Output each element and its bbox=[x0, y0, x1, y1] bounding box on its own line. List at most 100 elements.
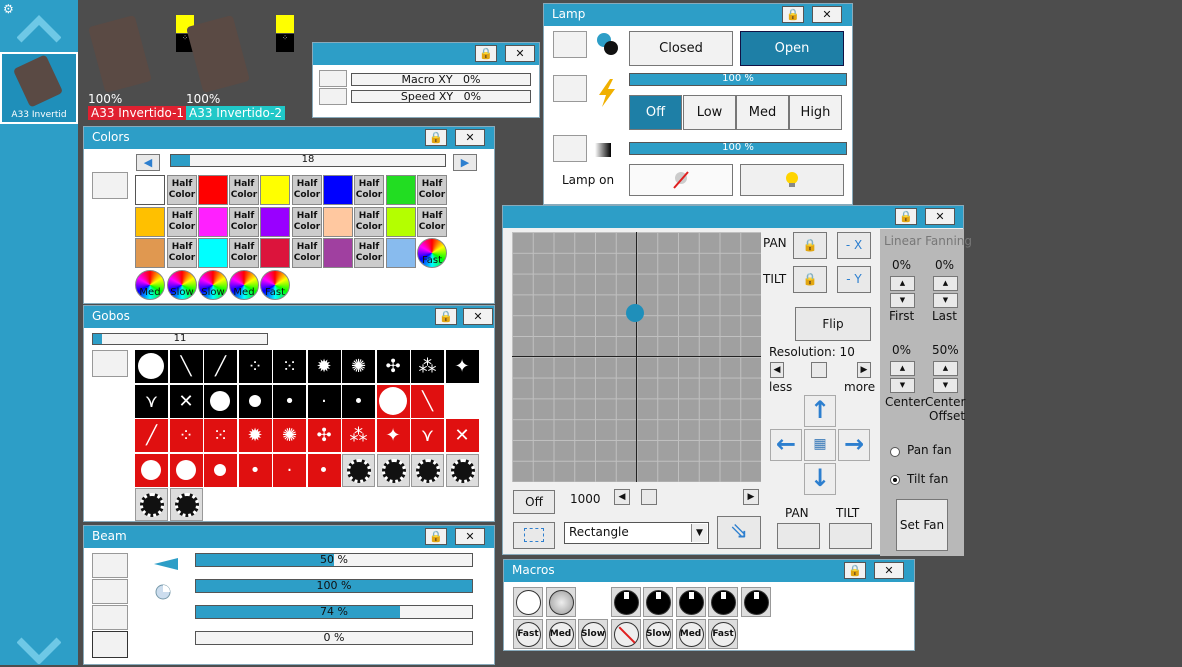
close-icon[interactable]: ✕ bbox=[812, 6, 842, 23]
beam-bar-3[interactable]: 74 % bbox=[195, 605, 473, 619]
gobo-cluster[interactable]: ⁂ bbox=[411, 350, 444, 383]
gobo-circle[interactable] bbox=[135, 453, 168, 487]
color-slider[interactable]: 18 bbox=[170, 154, 446, 167]
arrow-up-icon[interactable]: ↑ bbox=[804, 395, 836, 427]
macro-fast-button[interactable]: Fast bbox=[708, 619, 738, 649]
color-violet[interactable] bbox=[323, 238, 353, 268]
color-reset-button[interactable] bbox=[92, 172, 128, 199]
gobo-bigcircle[interactable] bbox=[376, 384, 410, 418]
last-up-arrow-icon[interactable]: ▲ bbox=[933, 276, 958, 291]
arrow-down-icon[interactable]: ↓ bbox=[804, 463, 836, 495]
power-off-button[interactable]: Off bbox=[629, 95, 682, 130]
fixture-card-selected[interactable]: A33 Invertid bbox=[0, 52, 78, 124]
resolution-handle[interactable] bbox=[811, 362, 827, 378]
power-low-button[interactable]: Low bbox=[683, 95, 736, 130]
gobo-spray[interactable]: ⁙ bbox=[204, 419, 237, 452]
speed-left-arrow-icon[interactable]: ◀ bbox=[614, 489, 630, 505]
flip-button[interactable]: Flip bbox=[795, 307, 871, 341]
macro-slow-button[interactable]: Slow bbox=[578, 619, 608, 649]
macro-none-button[interactable] bbox=[610, 619, 641, 649]
beam-bar-4[interactable]: 0 % bbox=[195, 631, 473, 645]
pan-fine-button[interactable] bbox=[777, 523, 820, 549]
center-down-arrow-icon[interactable]: ▼ bbox=[890, 378, 915, 393]
lock-icon[interactable]: 🔒 bbox=[475, 45, 497, 62]
xy-off-button[interactable]: Off bbox=[513, 490, 555, 514]
macro-black-up-button[interactable] bbox=[675, 587, 706, 617]
color-skyblue[interactable] bbox=[386, 238, 416, 268]
xy-pad[interactable] bbox=[512, 232, 761, 482]
color-yellow[interactable] bbox=[260, 175, 290, 205]
fixture-2[interactable]: ⁘ 100% A33 Invertido-2 bbox=[186, 12, 294, 122]
dimmer-bar[interactable]: 100 % bbox=[629, 142, 847, 155]
gobo-swirl[interactable]: ✣ bbox=[307, 419, 341, 452]
macro-black-right-button[interactable] bbox=[643, 587, 673, 617]
offset-up-arrow-icon[interactable]: ▲ bbox=[933, 361, 958, 376]
gobo-wheel[interactable] bbox=[411, 453, 444, 487]
beam-button-2[interactable] bbox=[92, 579, 128, 604]
next-arrow-icon[interactable]: ▶ bbox=[453, 154, 477, 171]
close-icon[interactable]: ✕ bbox=[455, 528, 485, 545]
close-icon[interactable]: ✕ bbox=[505, 45, 535, 62]
color-crimson[interactable] bbox=[260, 238, 290, 268]
half-color-button[interactable]: Half Color bbox=[229, 175, 259, 205]
macro-slow-button[interactable]: Slow bbox=[643, 619, 673, 649]
lock-icon[interactable]: 🔒 bbox=[425, 528, 447, 545]
color-blue[interactable] bbox=[323, 175, 353, 205]
lock-icon[interactable]: 🔒 bbox=[844, 562, 866, 579]
macro-xy-bar[interactable]: Macro XY 0% bbox=[351, 73, 531, 86]
half-color-button[interactable]: Half Color bbox=[354, 207, 384, 237]
shutter-button[interactable] bbox=[553, 31, 587, 58]
lock-icon[interactable]: 🔒 bbox=[425, 129, 447, 146]
shape-dropdown[interactable]: Rectangle ▼ bbox=[564, 522, 709, 544]
settings-icon[interactable]: ⚙ bbox=[3, 2, 14, 16]
half-color-button[interactable]: Half Color bbox=[292, 207, 322, 237]
arrow-right-icon[interactable]: → bbox=[838, 429, 870, 461]
resolution-more-arrow-icon[interactable]: ▶ bbox=[857, 362, 871, 378]
gobo-circle[interactable] bbox=[204, 384, 237, 418]
lamp-on-button[interactable] bbox=[740, 164, 844, 196]
gobo-wheel[interactable] bbox=[342, 453, 375, 487]
beam-bar-2[interactable]: 100 % bbox=[195, 579, 473, 593]
gobo-slash[interactable]: ╲ bbox=[169, 350, 203, 383]
color-peach[interactable] bbox=[323, 207, 353, 237]
gobo-tri[interactable]: ⋎ bbox=[411, 419, 444, 452]
gobo-cross[interactable]: ✕ bbox=[169, 384, 203, 418]
macro-black-top-button[interactable] bbox=[610, 587, 641, 617]
tilt-fine-button[interactable] bbox=[829, 523, 872, 549]
gobo-dots[interactable]: ⁘ bbox=[169, 419, 203, 452]
gobo-dotm[interactable] bbox=[238, 384, 272, 418]
first-down-arrow-icon[interactable]: ▼ bbox=[890, 293, 915, 308]
macro-black-up2-button[interactable] bbox=[740, 587, 771, 617]
offset-down-arrow-icon[interactable]: ▼ bbox=[933, 378, 958, 393]
macro-white-button[interactable] bbox=[513, 587, 543, 617]
half-color-button[interactable]: Half Color bbox=[292, 238, 322, 268]
gobo-burst[interactable]: ✹ bbox=[238, 419, 272, 452]
color-wheel-fast-button[interactable]: Fast bbox=[417, 238, 447, 268]
gobo-star[interactable]: ✺ bbox=[342, 350, 375, 383]
color-purple[interactable] bbox=[260, 207, 290, 237]
beam-button-3[interactable] bbox=[92, 605, 128, 630]
gobo-spray[interactable]: ⁙ bbox=[273, 350, 306, 383]
gobo-reset-button[interactable] bbox=[92, 350, 128, 377]
gobo-tiny[interactable] bbox=[307, 453, 341, 487]
beam-bar-1[interactable]: 50 % bbox=[195, 553, 473, 567]
color-green[interactable] bbox=[386, 175, 416, 205]
shutter-closed-button[interactable]: Closed bbox=[629, 31, 733, 66]
half-color-button[interactable]: Half Color bbox=[167, 238, 197, 268]
macro-fast-button[interactable]: Fast bbox=[513, 619, 543, 649]
color-cyan[interactable] bbox=[198, 238, 228, 268]
speed-xy-bar[interactable]: Speed XY 0% bbox=[351, 90, 531, 103]
shutter-open-button[interactable]: Open bbox=[740, 31, 844, 66]
macro-med-button[interactable]: Med bbox=[675, 619, 706, 649]
color-white[interactable] bbox=[135, 175, 165, 205]
half-color-button[interactable]: Half Color bbox=[229, 238, 259, 268]
lock-icon[interactable]: 🔒 bbox=[435, 308, 457, 325]
macro-med-button[interactable]: Med bbox=[545, 619, 576, 649]
gobo-star[interactable]: ✺ bbox=[273, 419, 306, 452]
gobo-slider[interactable]: 11 bbox=[92, 333, 268, 345]
half-color-button[interactable]: Half Color bbox=[229, 207, 259, 237]
scroll-down-chevron-icon[interactable] bbox=[16, 636, 62, 665]
gobo-cross[interactable]: ✕ bbox=[445, 419, 479, 452]
power-button[interactable] bbox=[553, 75, 587, 102]
half-color-button[interactable]: Half Color bbox=[417, 207, 447, 237]
